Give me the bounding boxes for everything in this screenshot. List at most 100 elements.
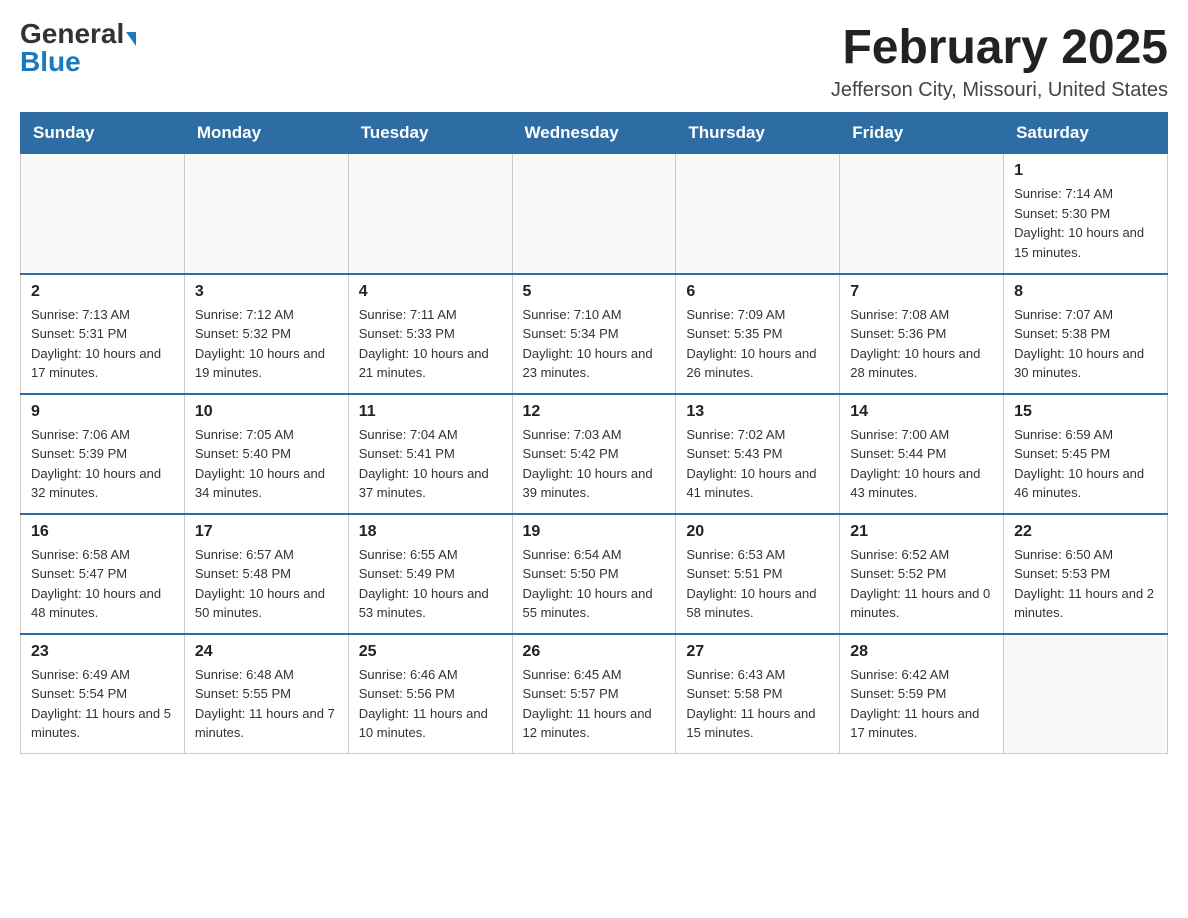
- calendar-cell: [676, 154, 840, 274]
- calendar-cell: 12 Sunrise: 7:03 AMSunset: 5:42 PMDayligh…: [512, 394, 676, 514]
- day-info: Sunrise: 7:13 AMSunset: 5:31 PMDaylight:…: [31, 305, 174, 383]
- calendar-cell: 19 Sunrise: 6:54 AMSunset: 5:50 PMDayligh…: [512, 514, 676, 634]
- day-info: Sunrise: 6:53 AMSunset: 5:51 PMDaylight:…: [686, 545, 829, 623]
- calendar-cell: [21, 154, 185, 274]
- day-header-wednesday: Wednesday: [512, 113, 676, 154]
- day-info: Sunrise: 6:58 AMSunset: 5:47 PMDaylight:…: [31, 545, 174, 623]
- calendar-cell: 25 Sunrise: 6:46 AMSunset: 5:56 PMDayligh…: [348, 634, 512, 754]
- day-number: 3: [195, 283, 338, 301]
- day-info: Sunrise: 7:10 AMSunset: 5:34 PMDaylight:…: [523, 305, 666, 383]
- day-number: 10: [195, 403, 338, 421]
- day-info: Sunrise: 6:43 AMSunset: 5:58 PMDaylight:…: [686, 665, 829, 743]
- day-number: 18: [359, 523, 502, 541]
- calendar-cell: 28Sunrise: 6:42 AMSunset: 5:59 PMDayligh…: [840, 634, 1004, 754]
- calendar-header-row: SundayMondayTuesdayWednesdayThursdayFrid…: [21, 113, 1168, 154]
- day-number: 21: [850, 523, 993, 541]
- day-number: 4: [359, 283, 502, 301]
- day-info: Sunrise: 6:49 AMSunset: 5:54 PMDaylight:…: [31, 665, 174, 743]
- day-header-monday: Monday: [184, 113, 348, 154]
- day-info: Sunrise: 6:55 AMSunset: 5:49 PMDaylight:…: [359, 545, 502, 623]
- calendar-cell: 6 Sunrise: 7:09 AMSunset: 5:35 PMDaylight…: [676, 274, 840, 394]
- calendar-cell: 7 Sunrise: 7:08 AMSunset: 5:36 PMDaylight…: [840, 274, 1004, 394]
- day-number: 2: [31, 283, 174, 301]
- logo: General Blue: [20, 20, 136, 76]
- calendar-cell: 2 Sunrise: 7:13 AMSunset: 5:31 PMDaylight…: [21, 274, 185, 394]
- calendar-cell: 1 Sunrise: 7:14 AMSunset: 5:30 PMDaylight…: [1004, 154, 1168, 274]
- day-info: Sunrise: 7:09 AMSunset: 5:35 PMDaylight:…: [686, 305, 829, 383]
- day-number: 15: [1014, 403, 1157, 421]
- day-info: Sunrise: 7:02 AMSunset: 5:43 PMDaylight:…: [686, 425, 829, 503]
- day-info: Sunrise: 7:08 AMSunset: 5:36 PMDaylight:…: [850, 305, 993, 383]
- calendar-cell: [1004, 634, 1168, 754]
- calendar-cell: 15 Sunrise: 6:59 AMSunset: 5:45 PMDayligh…: [1004, 394, 1168, 514]
- day-info: Sunrise: 6:50 AMSunset: 5:53 PMDaylight:…: [1014, 545, 1157, 623]
- calendar-cell: 21 Sunrise: 6:52 AMSunset: 5:52 PMDayligh…: [840, 514, 1004, 634]
- day-header-tuesday: Tuesday: [348, 113, 512, 154]
- calendar-cell: 10 Sunrise: 7:05 AMSunset: 5:40 PMDayligh…: [184, 394, 348, 514]
- day-number: 28: [850, 643, 993, 661]
- page-header: General Blue February 2025 Jefferson Cit…: [20, 20, 1168, 102]
- calendar-cell: 16 Sunrise: 6:58 AMSunset: 5:47 PMDayligh…: [21, 514, 185, 634]
- calendar-cell: 27 Sunrise: 6:43 AMSunset: 5:58 PMDayligh…: [676, 634, 840, 754]
- day-number: 8: [1014, 283, 1157, 301]
- day-info: Sunrise: 6:48 AMSunset: 5:55 PMDaylight:…: [195, 665, 338, 743]
- calendar-table: SundayMondayTuesdayWednesdayThursdayFrid…: [20, 112, 1168, 754]
- calendar-cell: 26 Sunrise: 6:45 AMSunset: 5:57 PMDayligh…: [512, 634, 676, 754]
- day-info: Sunrise: 7:14 AMSunset: 5:30 PMDaylight:…: [1014, 184, 1157, 262]
- day-info: Sunrise: 7:05 AMSunset: 5:40 PMDaylight:…: [195, 425, 338, 503]
- logo-text: General: [20, 20, 136, 48]
- day-info: Sunrise: 6:45 AMSunset: 5:57 PMDaylight:…: [523, 665, 666, 743]
- calendar-cell: [348, 154, 512, 274]
- day-number: 22: [1014, 523, 1157, 541]
- day-info: Sunrise: 6:46 AMSunset: 5:56 PMDaylight:…: [359, 665, 502, 743]
- day-info: Sunrise: 7:12 AMSunset: 5:32 PMDaylight:…: [195, 305, 338, 383]
- day-number: 7: [850, 283, 993, 301]
- title-block: February 2025 Jefferson City, Missouri, …: [831, 20, 1168, 102]
- day-number: 16: [31, 523, 174, 541]
- calendar-week-row: 9 Sunrise: 7:06 AMSunset: 5:39 PMDaylight…: [21, 394, 1168, 514]
- day-number: 6: [686, 283, 829, 301]
- month-title: February 2025: [831, 20, 1168, 75]
- calendar-cell: 13 Sunrise: 7:02 AMSunset: 5:43 PMDayligh…: [676, 394, 840, 514]
- day-info: Sunrise: 7:06 AMSunset: 5:39 PMDaylight:…: [31, 425, 174, 503]
- calendar-cell: 17 Sunrise: 6:57 AMSunset: 5:48 PMDayligh…: [184, 514, 348, 634]
- calendar-cell: 14Sunrise: 7:00 AMSunset: 5:44 PMDayligh…: [840, 394, 1004, 514]
- day-number: 1: [1014, 162, 1157, 180]
- calendar-week-row: 1 Sunrise: 7:14 AMSunset: 5:30 PMDaylight…: [21, 154, 1168, 274]
- location-title: Jefferson City, Missouri, United States: [831, 79, 1168, 102]
- day-info: Sunrise: 7:03 AMSunset: 5:42 PMDaylight:…: [523, 425, 666, 503]
- day-number: 20: [686, 523, 829, 541]
- calendar-cell: 18 Sunrise: 6:55 AMSunset: 5:49 PMDayligh…: [348, 514, 512, 634]
- day-number: 27: [686, 643, 829, 661]
- day-header-thursday: Thursday: [676, 113, 840, 154]
- day-number: 26: [523, 643, 666, 661]
- calendar-week-row: 2 Sunrise: 7:13 AMSunset: 5:31 PMDaylight…: [21, 274, 1168, 394]
- day-info: Sunrise: 7:11 AMSunset: 5:33 PMDaylight:…: [359, 305, 502, 383]
- calendar-cell: 4 Sunrise: 7:11 AMSunset: 5:33 PMDaylight…: [348, 274, 512, 394]
- day-number: 25: [359, 643, 502, 661]
- day-info: Sunrise: 6:54 AMSunset: 5:50 PMDaylight:…: [523, 545, 666, 623]
- day-info: Sunrise: 6:59 AMSunset: 5:45 PMDaylight:…: [1014, 425, 1157, 503]
- logo-arrow-icon: [126, 32, 136, 46]
- calendar-cell: 23Sunrise: 6:49 AMSunset: 5:54 PMDayligh…: [21, 634, 185, 754]
- calendar-cell: 20 Sunrise: 6:53 AMSunset: 5:51 PMDayligh…: [676, 514, 840, 634]
- day-number: 17: [195, 523, 338, 541]
- calendar-cell: 3 Sunrise: 7:12 AMSunset: 5:32 PMDaylight…: [184, 274, 348, 394]
- calendar-cell: 8Sunrise: 7:07 AMSunset: 5:38 PMDaylight…: [1004, 274, 1168, 394]
- day-info: Sunrise: 6:52 AMSunset: 5:52 PMDaylight:…: [850, 545, 993, 623]
- calendar-week-row: 16 Sunrise: 6:58 AMSunset: 5:47 PMDayligh…: [21, 514, 1168, 634]
- calendar-cell: 24 Sunrise: 6:48 AMSunset: 5:55 PMDayligh…: [184, 634, 348, 754]
- day-number: 13: [686, 403, 829, 421]
- day-info: Sunrise: 7:00 AMSunset: 5:44 PMDaylight:…: [850, 425, 993, 503]
- day-header-saturday: Saturday: [1004, 113, 1168, 154]
- calendar-cell: 11Sunrise: 7:04 AMSunset: 5:41 PMDayligh…: [348, 394, 512, 514]
- day-number: 9: [31, 403, 174, 421]
- calendar-cell: [840, 154, 1004, 274]
- calendar-cell: 5Sunrise: 7:10 AMSunset: 5:34 PMDaylight…: [512, 274, 676, 394]
- day-number: 19: [523, 523, 666, 541]
- day-number: 12: [523, 403, 666, 421]
- calendar-cell: 22 Sunrise: 6:50 AMSunset: 5:53 PMDayligh…: [1004, 514, 1168, 634]
- day-info: Sunrise: 6:57 AMSunset: 5:48 PMDaylight:…: [195, 545, 338, 623]
- day-header-friday: Friday: [840, 113, 1004, 154]
- day-number: 24: [195, 643, 338, 661]
